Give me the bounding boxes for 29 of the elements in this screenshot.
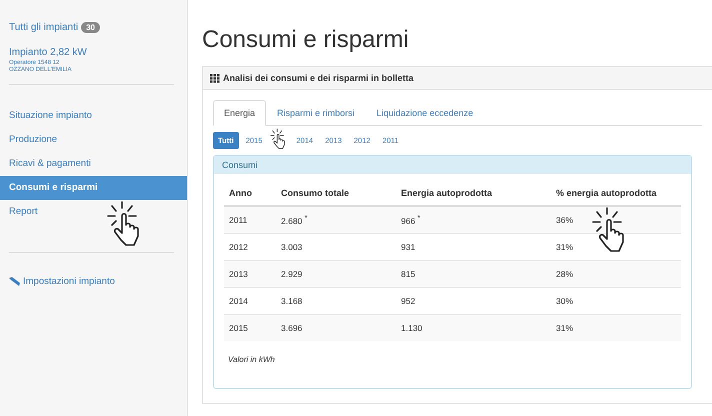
table-cell: 815 xyxy=(396,260,551,288)
plant-name: Impianto 2,82 kW xyxy=(9,47,88,58)
page-title: Consumi e risparmi xyxy=(202,26,410,54)
nav-item[interactable]: Ricavi & pagamenti xyxy=(0,152,187,176)
table-cell: 1.130 xyxy=(396,314,551,341)
table-cell: 2015 xyxy=(224,314,276,341)
nav-item[interactable]: Produzione xyxy=(0,128,187,152)
table-cell: 2013 xyxy=(224,260,276,288)
all-plants-link[interactable]: Tutti gli impianti xyxy=(9,22,78,33)
table-cell: 2.680 $^{*}$ xyxy=(276,206,396,234)
consumption-title: Consumi xyxy=(222,160,258,170)
panel-title: Analisi dei consumi e dei risparmi in bolletta xyxy=(223,73,414,83)
settings-link[interactable]: Impostazioni impianto xyxy=(0,253,187,310)
grid-icon xyxy=(210,74,220,82)
nav-item[interactable]: Consumi e risparmi xyxy=(0,176,187,200)
table-cell: 31% xyxy=(551,314,681,341)
units-note: Valori in kWh xyxy=(228,355,276,364)
count-badge: 30 xyxy=(81,22,100,33)
table-cell: 28% xyxy=(551,260,681,288)
nav-item[interactable]: Situazione impianto xyxy=(0,104,187,128)
table-cell: 966 $^{*}$ xyxy=(396,206,551,234)
table-cell: 2011 xyxy=(224,206,276,234)
wrench-icon xyxy=(9,277,20,286)
nav-item[interactable]: Report xyxy=(0,200,187,224)
table-cell: 3.696 xyxy=(276,314,396,341)
table-cell: 2.929 xyxy=(276,260,396,288)
tab[interactable]: Risparmi e rimborsi xyxy=(266,100,366,126)
tab[interactable]: Energia xyxy=(213,100,266,126)
tab[interactable]: Liquidazione eccedenze xyxy=(366,100,484,126)
